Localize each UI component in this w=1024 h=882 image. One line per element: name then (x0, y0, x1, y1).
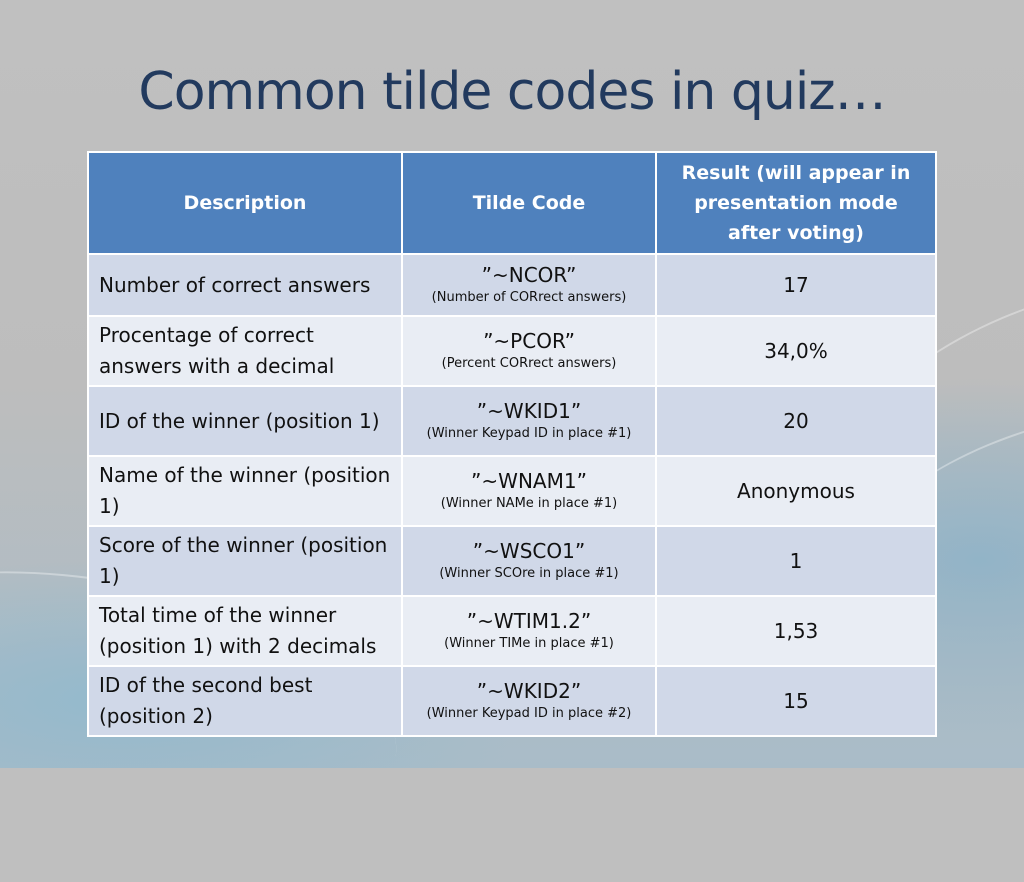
tilde-code: ”~WKID1” (476, 399, 582, 423)
row-description: Name of the winner (position 1) (87, 455, 403, 527)
table-row: Number of correct answers ”~NCOR” (Numbe… (87, 253, 937, 317)
table-row: Total time of the winner (position 1) wi… (87, 595, 937, 667)
row-result: 34,0% (655, 315, 937, 387)
table-row: Procentage of correct answers with a dec… (87, 315, 937, 387)
tilde-code-note: (Winner Keypad ID in place #1) (426, 426, 632, 441)
row-result: 1,53 (655, 595, 937, 667)
header-description: Description (87, 151, 403, 255)
row-description: Procentage of correct answers with a dec… (87, 315, 403, 387)
tilde-codes-table: Description Tilde Code Result (will appe… (87, 151, 937, 737)
row-tilde-code: ”~WSCO1” (Winner SCOre in place #1) (401, 525, 657, 597)
row-tilde-code: ”~PCOR” (Percent CORrect answers) (401, 315, 657, 387)
table-row: Name of the winner (position 1) ”~WNAM1”… (87, 455, 937, 527)
tilde-code-note: (Winner Keypad ID in place #2) (426, 706, 632, 721)
row-result: Anonymous (655, 455, 937, 527)
table-row: Score of the winner (position 1) ”~WSCO1… (87, 525, 937, 597)
row-description: Score of the winner (position 1) (87, 525, 403, 597)
table-row: ID of the winner (position 1) ”~WKID1” (… (87, 385, 937, 457)
tilde-code: ”~NCOR” (481, 263, 577, 287)
row-tilde-code: ”~WNAM1” (Winner NAMe in place #1) (401, 455, 657, 527)
slide-title: Common tilde codes in quiz… (138, 62, 886, 122)
header-result: Result (will appear in presentation mode… (655, 151, 937, 255)
tilde-code-note: (Winner TIMe in place #1) (444, 636, 614, 651)
row-description: ID of the second best (position 2) (87, 665, 403, 737)
tilde-code: ”~PCOR” (483, 329, 575, 353)
tilde-code-note: (Winner SCOre in place #1) (439, 566, 619, 581)
row-tilde-code: ”~NCOR” (Number of CORrect answers) (401, 253, 657, 317)
header-tilde-code: Tilde Code (401, 151, 657, 255)
table-header-row: Description Tilde Code Result (will appe… (87, 151, 937, 255)
row-description: ID of the winner (position 1) (87, 385, 403, 457)
tilde-code: ”~WKID2” (476, 679, 582, 703)
row-result: 1 (655, 525, 937, 597)
tilde-code: ”~WTIM1.2” (466, 609, 592, 633)
row-result: 15 (655, 665, 937, 737)
row-result: 20 (655, 385, 937, 457)
tilde-code-note: (Winner NAMe in place #1) (440, 496, 618, 511)
row-tilde-code: ”~WKID2” (Winner Keypad ID in place #2) (401, 665, 657, 737)
row-tilde-code: ”~WKID1” (Winner Keypad ID in place #1) (401, 385, 657, 457)
tilde-code-note: (Number of CORrect answers) (431, 290, 627, 305)
row-description: Number of correct answers (87, 253, 403, 317)
row-result: 17 (655, 253, 937, 317)
tilde-code: ”~WSCO1” (472, 539, 586, 563)
row-tilde-code: ”~WTIM1.2” (Winner TIMe in place #1) (401, 595, 657, 667)
table-row: ID of the second best (position 2) ”~WKI… (87, 665, 937, 737)
tilde-code-note: (Percent CORrect answers) (441, 356, 617, 371)
row-description: Total time of the winner (position 1) wi… (87, 595, 403, 667)
tilde-code: ”~WNAM1” (471, 469, 587, 493)
